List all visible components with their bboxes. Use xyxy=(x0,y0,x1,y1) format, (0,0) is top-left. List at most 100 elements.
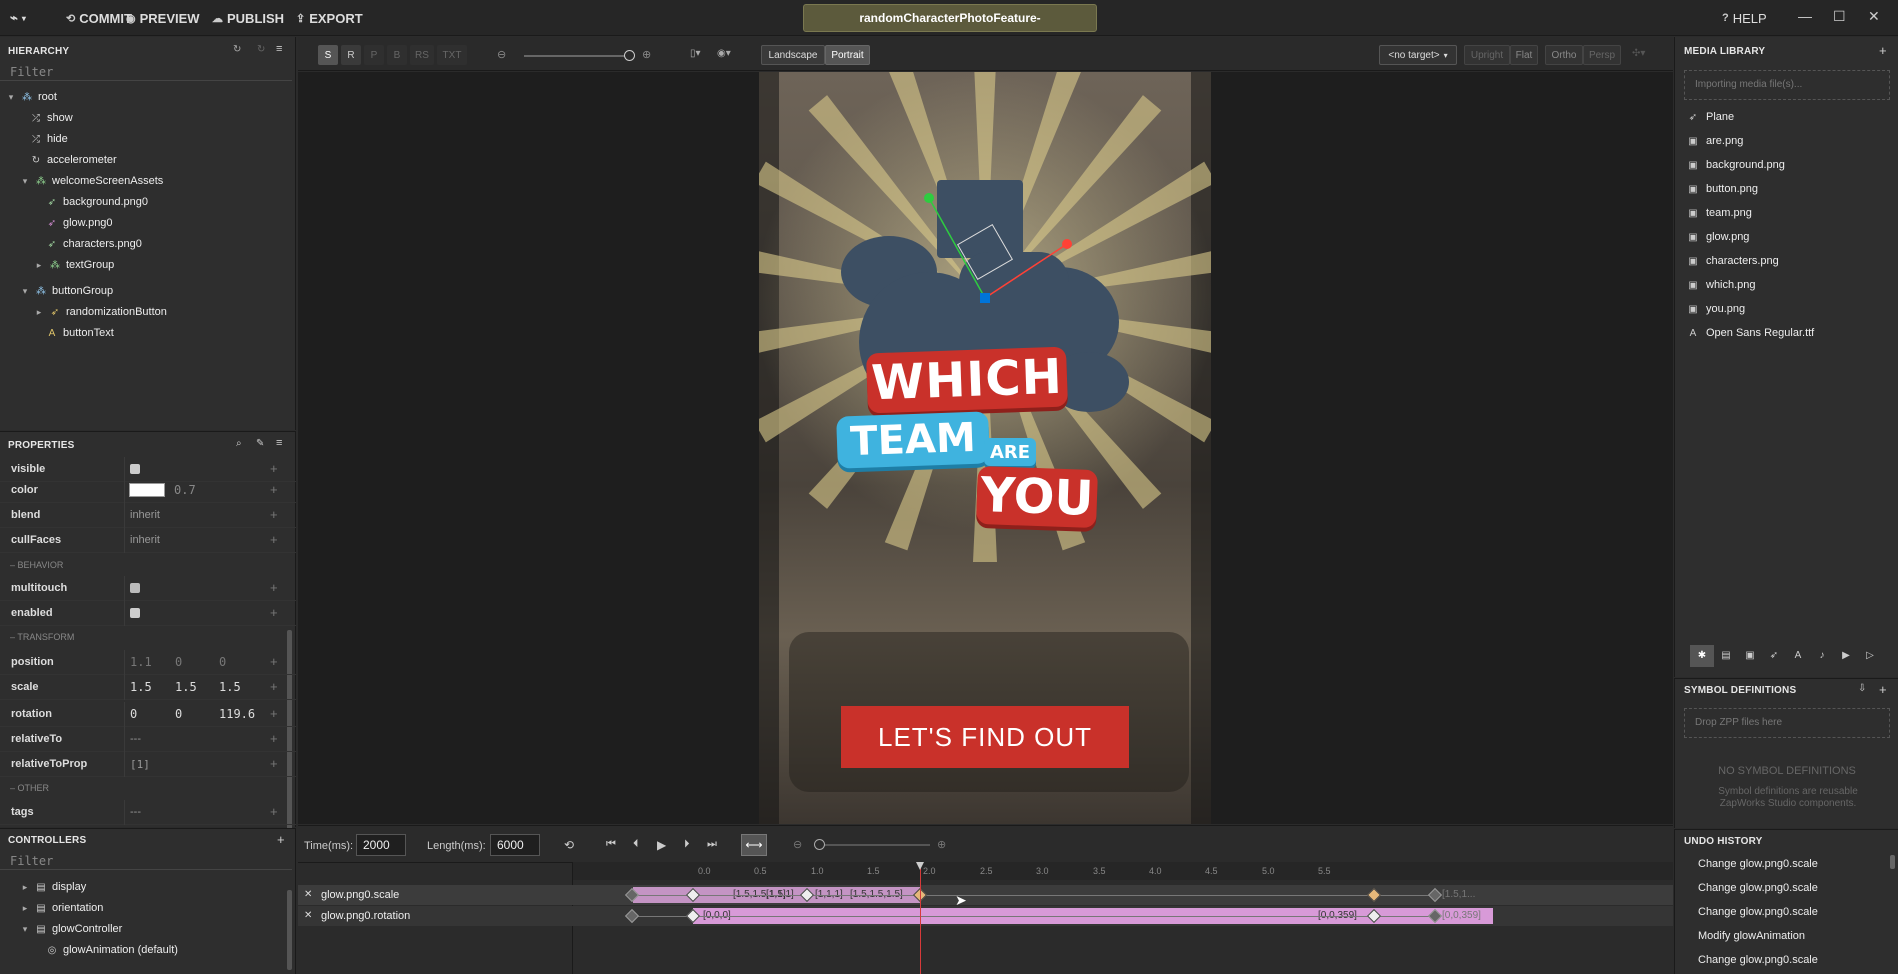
playhead-handle[interactable] xyxy=(916,862,924,870)
media-item-background[interactable]: ▣ background.png xyxy=(1686,154,1785,176)
mode-p-button[interactable]: P xyxy=(364,45,384,65)
chevron-down-icon[interactable]: ▾ xyxy=(20,924,30,935)
undo-item[interactable]: Change glow.png0.scale xyxy=(1698,901,1818,923)
tree-item-background[interactable]: ➶ background.png0 xyxy=(46,192,148,212)
position-y[interactable]: 0 xyxy=(175,655,182,669)
play-icon[interactable]: ▶ xyxy=(657,838,666,852)
tree-item-welcomeScreenAssets[interactable]: ▾ ⁂ welcomeScreenAssets xyxy=(20,171,164,191)
tags-value[interactable]: --- xyxy=(130,806,141,818)
media-item-which[interactable]: ▣ which.png xyxy=(1686,274,1755,296)
plus-icon[interactable]: + xyxy=(270,679,278,694)
multitouch-checkbox[interactable] xyxy=(130,583,140,593)
blend-value[interactable]: inherit xyxy=(130,509,160,521)
controller-item-display[interactable]: ▸ ▤ display xyxy=(20,877,87,897)
visible-checkbox[interactable] xyxy=(130,464,140,474)
preview-button[interactable]: ◉ PREVIEW xyxy=(126,10,200,26)
time-input[interactable]: 2000 xyxy=(356,834,406,856)
viewport-canvas[interactable]: WHICH TEAM ARE YOU LET'S FIND OUT xyxy=(298,72,1673,824)
zoom-in-icon[interactable]: ⊕ xyxy=(642,48,651,61)
media-item-plane[interactable]: ➶ Plane xyxy=(1686,106,1734,128)
media-item-glow[interactable]: ▣ glow.png xyxy=(1686,226,1749,248)
tree-item-buttonGroup[interactable]: ▾ ⁂ buttonGroup xyxy=(20,281,113,301)
plus-icon[interactable]: + xyxy=(270,507,278,522)
settings-dropdown-icon[interactable]: ✣▾ xyxy=(1632,48,1645,59)
mode-b-button[interactable]: B xyxy=(387,45,407,65)
skip-start-icon[interactable]: ⏮ xyxy=(606,838,616,851)
help-button[interactable]: ? HELP xyxy=(1722,10,1767,26)
add-controller-icon[interactable]: + xyxy=(277,832,285,847)
enabled-checkbox[interactable] xyxy=(130,608,140,618)
youtube-filter-icon[interactable]: ▷ xyxy=(1858,645,1882,667)
all-filter-icon[interactable]: ✱ xyxy=(1690,645,1714,667)
undo-item[interactable]: Change glow.png0.scale xyxy=(1698,853,1818,875)
media-import-dropzone[interactable]: Importing media file(s)... xyxy=(1684,70,1890,100)
tree-item-randomizationButton[interactable]: ▸ ➶ randomizationButton xyxy=(34,302,167,322)
globe-dropdown-icon[interactable]: ◉▾ xyxy=(717,48,731,59)
plus-icon[interactable]: + xyxy=(270,804,278,819)
tree-item-textGroup[interactable]: ▸ ⁂ textGroup xyxy=(34,255,115,275)
mode-rs-button[interactable]: RS xyxy=(410,45,434,65)
loop-icon[interactable]: ⟲ xyxy=(564,838,574,852)
menu-icon[interactable]: ≡ xyxy=(276,43,282,55)
close-icon[interactable]: ✕ xyxy=(1868,8,1880,25)
media-item-are[interactable]: ▣ are.png xyxy=(1686,130,1743,152)
media-item-team[interactable]: ▣ team.png xyxy=(1686,202,1752,224)
rotation-z[interactable]: 119.6 xyxy=(219,707,259,721)
rotation-y[interactable]: 0 xyxy=(175,707,182,721)
font-filter-icon[interactable]: A xyxy=(1786,645,1810,667)
section-other[interactable]: – OTHER xyxy=(10,778,49,798)
timeline-ruler[interactable] xyxy=(573,862,1673,880)
undo-item[interactable]: Change glow.png0.scale xyxy=(1698,949,1818,971)
import-icon[interactable]: ⇩ xyxy=(1858,683,1866,694)
add-media-icon[interactable]: + xyxy=(1879,43,1887,58)
remove-track-icon[interactable]: ✕ xyxy=(304,910,312,921)
document-title[interactable]: randomCharacterPhotoFeature- xyxy=(803,4,1097,32)
app-menu-button[interactable]: ⌁ ▾ xyxy=(10,10,26,26)
chevron-right-icon[interactable]: ▸ xyxy=(20,903,30,914)
publish-button[interactable]: ☁ PUBLISH xyxy=(212,10,284,26)
plus-icon[interactable]: + xyxy=(270,756,278,771)
flat-button[interactable]: Flat xyxy=(1510,45,1538,65)
hierarchy-filter-input[interactable]: Filter xyxy=(0,63,292,81)
controller-item-glowAnimation[interactable]: ◎ glowAnimation (default) xyxy=(46,940,178,960)
pencil-icon[interactable]: ✎ xyxy=(256,438,264,449)
controller-item-orientation[interactable]: ▸ ▤ orientation xyxy=(20,898,104,918)
export-button[interactable]: ⇪ EXPORT xyxy=(296,10,363,26)
cullFaces-value[interactable]: inherit xyxy=(130,534,160,546)
device-dropdown-icon[interactable]: ▯▾ xyxy=(690,48,701,59)
step-forward-icon[interactable]: ⏵ xyxy=(684,838,690,851)
refresh-icon[interactable]: ↻ xyxy=(233,44,241,55)
plus-icon[interactable]: + xyxy=(270,605,278,620)
controllers-filter-input[interactable]: Filter xyxy=(0,852,292,870)
tree-item-characters[interactable]: ➶ characters.png0 xyxy=(46,234,142,254)
upright-button[interactable]: Upright xyxy=(1464,45,1510,65)
tree-item-accelerometer[interactable]: ↻ accelerometer xyxy=(30,150,117,170)
target-dropdown[interactable]: <no target> ▾ xyxy=(1379,45,1457,65)
scale-y[interactable]: 1.5 xyxy=(175,680,197,694)
commit-button[interactable]: ⟲ COMMIT xyxy=(66,10,132,26)
rocket-filter-icon[interactable]: ➶ xyxy=(1762,645,1786,667)
length-input[interactable]: 6000 xyxy=(490,834,540,856)
step-back-icon[interactable]: ⏴ xyxy=(633,838,639,851)
tree-item-root[interactable]: ▾ ⁂ root xyxy=(6,87,57,107)
media-item-characters[interactable]: ▣ characters.png xyxy=(1686,250,1779,272)
tree-item-buttonText[interactable]: AbuttonText xyxy=(46,323,114,343)
menu-icon[interactable]: ≡ xyxy=(276,437,282,449)
remove-track-icon[interactable]: ✕ xyxy=(304,889,312,900)
tree-item-hide[interactable]: ⤮ hide xyxy=(30,129,68,149)
plus-icon[interactable]: + xyxy=(270,461,278,476)
plus-icon[interactable]: + xyxy=(270,580,278,595)
scale-z[interactable]: 1.5 xyxy=(219,680,241,694)
controllers-scrollbar[interactable] xyxy=(287,890,292,970)
minimize-icon[interactable]: — xyxy=(1798,8,1812,24)
file-filter-icon[interactable]: ▤ xyxy=(1714,645,1738,667)
chevron-right-icon[interactable]: ▸ xyxy=(34,260,44,271)
zoom-slider-handle[interactable] xyxy=(624,50,635,61)
plus-icon[interactable]: + xyxy=(270,532,278,547)
position-x[interactable]: 1.1 xyxy=(130,655,152,669)
persp-button[interactable]: Persp xyxy=(1583,45,1621,65)
chevron-down-icon[interactable]: ▾ xyxy=(20,286,30,297)
search-icon[interactable]: ⌕ xyxy=(236,438,242,449)
landscape-button[interactable]: Landscape xyxy=(761,45,825,65)
chevron-down-icon[interactable]: ▾ xyxy=(6,92,16,103)
